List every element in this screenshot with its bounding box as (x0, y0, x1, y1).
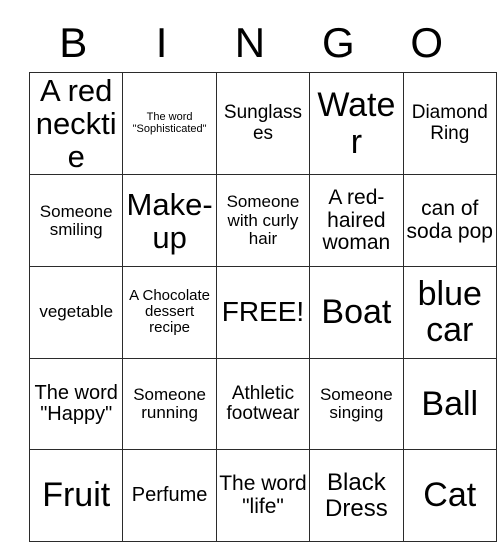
bingo-cell[interactable]: The word "life" (215, 449, 311, 542)
bingo-header-letter-n: N (234, 19, 266, 66)
bingo-cell[interactable]: vegetable (28, 266, 124, 359)
bingo-cell[interactable]: blue car (402, 266, 497, 359)
bingo-cell[interactable]: Athletic footwear (215, 357, 311, 451)
bingo-cell[interactable]: Sunglasses (215, 71, 311, 176)
bingo-header-letter-o: O (410, 19, 444, 66)
bingo-cell[interactable]: Black Dress (309, 449, 404, 542)
bingo-cell[interactable]: The word "Sophisticated" (122, 71, 217, 176)
bingo-header-letter-g: G (322, 19, 355, 66)
bingo-card: B I N G O A red necktie The word "Sophis… (28, 14, 497, 542)
bingo-cell[interactable]: Someone with curly hair (215, 174, 311, 268)
bingo-cell[interactable]: Ball (402, 357, 497, 451)
bingo-cell[interactable]: Someone running (122, 357, 217, 451)
bingo-header-letter-i: I (155, 19, 168, 66)
bingo-cell[interactable]: Water (309, 71, 404, 176)
bingo-cell[interactable]: The word "Happy" (28, 357, 124, 451)
bingo-cell[interactable]: A Chocolate dessert recipe (122, 266, 217, 359)
bingo-cell[interactable]: Diamond Ring (402, 71, 497, 176)
bingo-cell[interactable]: Make-up (122, 174, 217, 268)
bingo-row: A red necktie The word "Sophisticated" S… (28, 71, 497, 176)
bingo-cell[interactable]: Fruit (28, 449, 124, 542)
bingo-cell[interactable]: Someone smiling (28, 174, 124, 268)
bingo-cell[interactable]: A red necktie (28, 71, 124, 176)
bingo-row: Someone smiling Make-up Someone with cur… (28, 174, 497, 268)
bingo-cell[interactable]: Someone singing (309, 357, 404, 451)
bingo-row: vegetable A Chocolate dessert recipe FRE… (28, 266, 497, 359)
bingo-cell-free[interactable]: FREE! (215, 266, 311, 359)
bingo-cell[interactable]: Cat (402, 449, 497, 542)
bingo-cell[interactable]: Perfume (122, 449, 217, 542)
bingo-row: Fruit Perfume The word "life" Black Dres… (28, 449, 497, 542)
bingo-header: B I N G O (29, 14, 471, 72)
bingo-cell[interactable]: A red-haired woman (309, 174, 404, 268)
bingo-header-letter-b: B (59, 19, 88, 66)
bingo-cell[interactable]: Boat (309, 266, 404, 359)
bingo-grid: A red necktie The word "Sophisticated" S… (28, 71, 497, 542)
bingo-cell[interactable]: can of soda pop (402, 174, 497, 268)
bingo-row: The word "Happy" Someone running Athleti… (28, 357, 497, 451)
